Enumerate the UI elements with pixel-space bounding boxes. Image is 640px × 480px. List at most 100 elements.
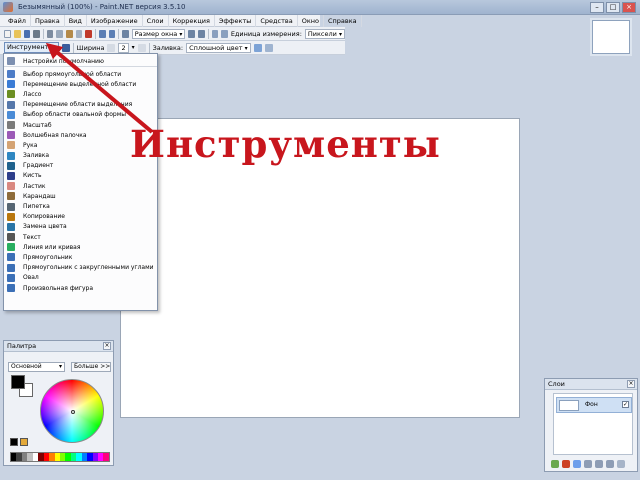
layer-visibility-checkbox[interactable]: ✓ [622, 401, 629, 408]
tool-menu-item[interactable]: Перемещение области выделения [4, 100, 157, 110]
tool-menu-item[interactable]: Прямоугольник с закругленными углами [4, 263, 157, 273]
tool-menu-item[interactable]: Текст [4, 232, 157, 242]
merge-layer-icon[interactable] [584, 460, 592, 468]
zoom-select[interactable]: Размер окна ▾ [131, 28, 186, 39]
tool-menu-label: Перемещение области выделения [23, 101, 133, 109]
maximize-button[interactable]: □ [606, 2, 620, 13]
layer-row[interactable]: Фон ✓ [556, 397, 632, 413]
tool-menu-item[interactable]: Перемещение выделенной области [4, 79, 157, 89]
layer-properties-icon[interactable] [617, 460, 625, 468]
width-input[interactable]: 2 [118, 42, 129, 53]
menu-file[interactable]: Файл [4, 14, 31, 27]
fill-select-value: Сплошной цвет [189, 43, 243, 52]
window-controls: – □ × [590, 2, 636, 13]
primary-color-swatch[interactable] [11, 375, 25, 389]
move-up-icon[interactable] [595, 460, 603, 468]
tool-menu-label: Кисть [23, 172, 42, 180]
tool-menu-label: Рука [23, 141, 38, 149]
color-mode-select[interactable]: Основной ▾ [8, 362, 65, 372]
menu-utilities[interactable]: Средства [256, 14, 298, 27]
units-select[interactable]: Пиксели ▾ [304, 28, 345, 39]
tool-menu-label: Овал [23, 274, 39, 282]
tool-menu-item[interactable]: Овал [4, 273, 157, 283]
tool-menu-item[interactable]: Пипетка [4, 201, 157, 211]
swap-colors-icon[interactable] [20, 438, 28, 446]
tool-menu-item[interactable]: Кисть [4, 171, 157, 181]
tool-menu-item[interactable]: Карандаш [4, 191, 157, 201]
print-icon[interactable] [33, 29, 40, 38]
menu-layers[interactable]: Слои [143, 14, 169, 27]
cut-icon[interactable] [46, 29, 54, 38]
tool-icon [7, 110, 15, 119]
palette-strip[interactable] [10, 452, 110, 462]
tool-menu-item[interactable]: Лассо [4, 89, 157, 99]
blend-mode-icon[interactable] [264, 43, 273, 52]
tool-icon [7, 57, 15, 65]
menu-image[interactable]: Изображение [87, 14, 143, 27]
tool-select[interactable]: Инструмент: ▾ [4, 42, 59, 53]
save-icon[interactable] [23, 29, 31, 38]
reset-colors-icon[interactable] [10, 438, 18, 446]
tool-menu-item[interactable]: Прямоугольник [4, 252, 157, 262]
tool-icon [7, 222, 15, 231]
color-wheel[interactable] [40, 379, 104, 443]
tool-icon [7, 284, 15, 293]
move-down-icon[interactable] [606, 460, 614, 468]
width-increase-icon[interactable] [137, 43, 146, 52]
more-button[interactable]: Больше >> [71, 362, 111, 372]
copy-icon[interactable] [56, 29, 64, 38]
new-icon[interactable] [4, 29, 11, 38]
title-bar: Безымянный (100%) - Paint.NET версия 3.5… [0, 0, 640, 15]
open-icon[interactable] [13, 29, 21, 38]
tool-menu-label: Произвольная фигура [23, 284, 93, 292]
tool-menu-item[interactable]: Линия или кривая [4, 242, 157, 252]
menu-adjustments[interactable]: Коррекция [169, 14, 215, 27]
tool-menu-label: Замена цвета [23, 223, 67, 231]
palette-window: Палитра × Основной ▾ Больше >> [3, 340, 114, 466]
close-button[interactable]: × [622, 2, 636, 13]
fill-select[interactable]: Сплошной цвет ▾ [186, 42, 251, 53]
crop-icon[interactable] [75, 29, 83, 38]
minimize-button[interactable]: – [590, 2, 604, 13]
zoom-select-label: Размер окна [134, 29, 178, 38]
image-thumbnail[interactable] [592, 20, 630, 54]
ruler-icon[interactable] [221, 29, 228, 38]
width-decrease-icon[interactable] [107, 43, 116, 52]
chevron-down-icon[interactable]: ▾ [132, 44, 135, 51]
tool-menu-item[interactable]: Замена цвета [4, 222, 157, 232]
tool-menu-item[interactable]: Произвольная фигура [4, 283, 157, 293]
tool-menu-label: Прямоугольник [23, 253, 73, 261]
delete-layer-icon[interactable] [562, 460, 570, 468]
tool-menu-label: Прямоугольник с закругленными углами [23, 264, 154, 272]
zoom-out-icon[interactable] [198, 29, 205, 38]
palette-swatch[interactable] [103, 453, 109, 461]
units-select-value: Пиксели [307, 29, 337, 38]
color-picker-handle[interactable] [71, 410, 75, 414]
menu-view[interactable]: Вид [65, 14, 87, 27]
antialias-icon[interactable] [253, 43, 262, 52]
close-icon[interactable]: × [627, 380, 635, 388]
add-layer-icon[interactable] [551, 460, 559, 468]
zoom-in-icon[interactable] [188, 29, 196, 38]
tool-menu-item[interactable]: Выбор области овальной формы [4, 110, 157, 120]
duplicate-layer-icon[interactable] [573, 460, 581, 468]
redo-icon[interactable] [108, 29, 116, 38]
menu-effects[interactable]: Эффекты [215, 14, 257, 27]
chevron-down-icon: ▾ [338, 30, 342, 38]
menu-help[interactable]: Справка [324, 14, 362, 27]
tool-menu-label: Копирование [23, 213, 65, 221]
width-label: Ширина [76, 43, 105, 52]
tool-menu-item[interactable]: Ластик [4, 181, 157, 191]
close-icon[interactable]: × [103, 342, 111, 350]
paste-icon[interactable] [66, 29, 73, 38]
menu-window[interactable]: Окно [298, 14, 325, 27]
zoom-icon[interactable] [122, 29, 129, 38]
deselect-icon[interactable] [85, 29, 93, 38]
tool-menu-defaults[interactable]: Настройки по умолчанию [4, 56, 157, 67]
grid-icon[interactable] [211, 29, 219, 38]
menu-edit[interactable]: Правка [31, 14, 65, 27]
tool-menu-item[interactable]: Копирование [4, 212, 157, 222]
tool-menu-item[interactable]: Выбор прямоугольной области [4, 69, 157, 79]
undo-icon[interactable] [98, 29, 106, 38]
layers-toolbar [551, 460, 625, 468]
